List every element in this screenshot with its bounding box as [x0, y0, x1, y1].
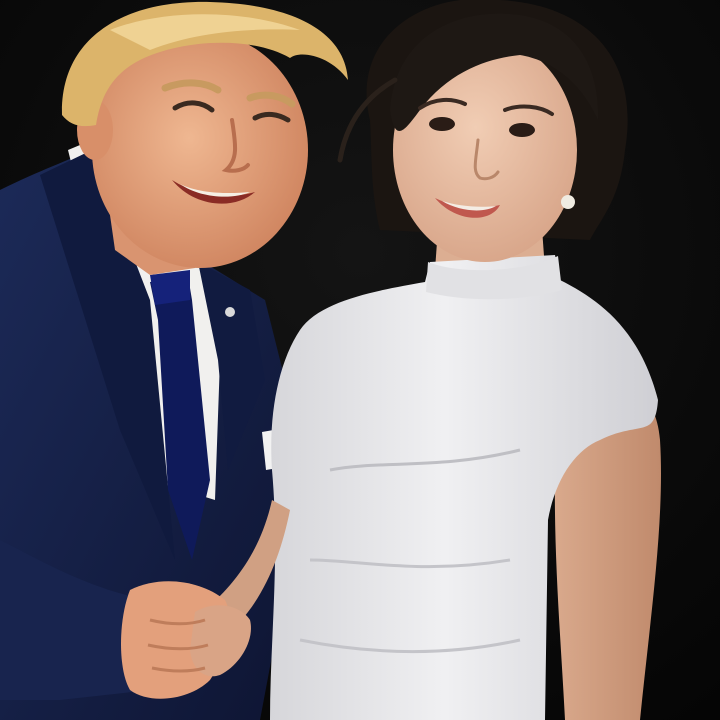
woman-earring: [561, 195, 575, 209]
woman-eye-right: [509, 123, 535, 137]
photo: [0, 0, 720, 720]
man-tie-knot: [150, 270, 190, 305]
lapel-pin: [225, 307, 235, 317]
woman-eye-left: [429, 117, 455, 131]
